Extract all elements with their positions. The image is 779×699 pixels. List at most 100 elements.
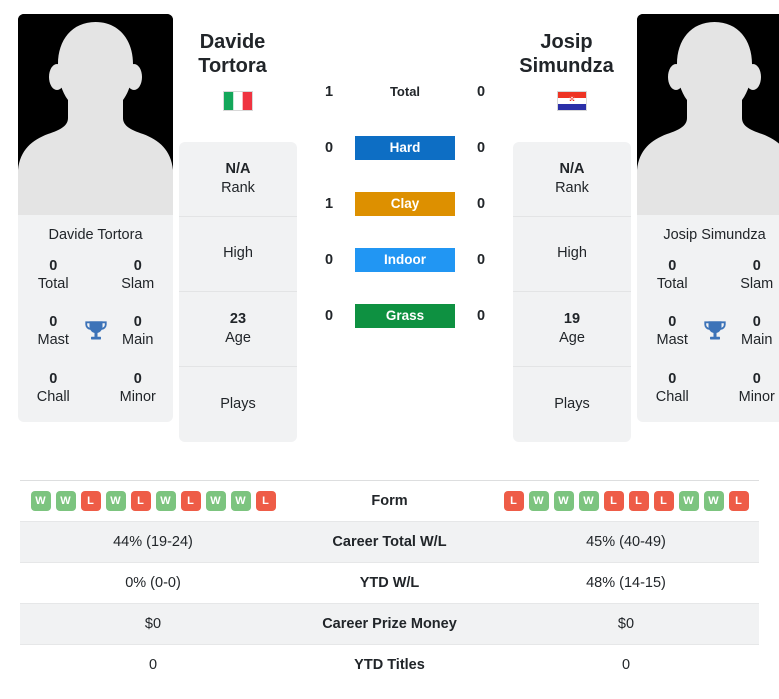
left-career-prize-money: $0 [144, 616, 162, 632]
left-titles-total-label: Total [37, 276, 69, 293]
flag-croatia-icon [558, 91, 586, 110]
right-titles-chall: 0 Chall [647, 370, 698, 406]
right-player-column: Josip Simundza 0 Total 0 Slam 0 Mast 0 M… [637, 14, 779, 422]
h2h-row-total: 1 Total 0 [303, 64, 507, 120]
right-age-row: 19 Age [513, 292, 631, 367]
h2h-grass-left-score: 0 [324, 308, 334, 324]
right-titles-slam-value: 0 [752, 258, 761, 274]
h2h-clay-label-wrap: Clay [355, 192, 455, 216]
left-player-name: Davide Tortora [198, 31, 267, 78]
left-titles-slam-value: 0 [133, 258, 142, 274]
h2h-row-grass: 0 Grass 0 [303, 288, 507, 344]
h2h-indoor-right-score: 0 [476, 252, 486, 268]
left-titles-mast: 0 Mast [28, 313, 79, 349]
left-form-badge-5: W [155, 491, 176, 511]
right-career-prize-money: $0 [617, 616, 635, 632]
right-titles-slam-label: Slam [740, 276, 774, 293]
left-player-card-name: Davide Tortora [48, 227, 143, 243]
table-row-ytd-wl: 0% (0-0) YTD W/L 48% (14-15) [20, 562, 759, 604]
right-titles-minor: 0 Minor [732, 370, 779, 406]
right-form-cell: LWWWLLLWWL [493, 481, 759, 522]
flag-italy-icon [224, 91, 252, 110]
left-form-badge-0: W [30, 491, 51, 511]
right-rank-label: Rank [555, 179, 589, 196]
croatia-checkerboard [569, 96, 575, 101]
h2h-row-clay: 1 Clay 0 [303, 176, 507, 232]
right-form-badge-8: W [703, 491, 724, 511]
right-age-value: 19 [563, 310, 581, 327]
left-titles-main: 0 Main [113, 313, 164, 349]
h2h-clay-right-score: 0 [476, 196, 486, 212]
right-form-badge-6: L [653, 491, 674, 511]
surface-badge-grass[interactable]: Grass [355, 304, 455, 328]
right-form-badge-2: W [553, 491, 574, 511]
left-ytd-wl: 0% (0-0) [125, 575, 181, 591]
right-player-name: Josip Simundza [519, 31, 614, 78]
right-titles-grid: 0 Total 0 Slam 0 Mast 0 Main 0 Chall 0 M… [647, 257, 779, 406]
right-plays-row: Plays [513, 367, 631, 442]
left-high-label: High [223, 245, 253, 262]
right-form-badge-3: W [578, 491, 599, 511]
right-form-badge-1: W [528, 491, 549, 511]
right-high-label: High [557, 245, 587, 262]
left-age-row: 23 Age [179, 292, 297, 367]
left-career-total-wl: 44% (19-24) [113, 534, 193, 550]
h2h-total-left-score: 1 [324, 84, 334, 100]
left-titles-mast-label: Mast [37, 332, 69, 349]
left-age-value: 23 [229, 310, 247, 327]
left-rank-label: Rank [221, 179, 255, 196]
left-titles-minor-label: Minor [119, 388, 156, 405]
row-label-ytd-titles: YTD Titles [354, 657, 425, 674]
right-titles-total-value: 0 [668, 258, 677, 274]
right-titles-main: 0 Main [732, 313, 779, 349]
left-form-badge-6: L [180, 491, 201, 511]
left-form-cell: WWLWLWLWWL [20, 481, 286, 522]
right-titles-minor-value: 0 [752, 370, 761, 387]
right-titles-mast: 0 Mast [647, 313, 698, 349]
h2h-clay-left-score: 1 [324, 196, 334, 212]
h2h-hard-right-score: 0 [476, 140, 486, 156]
left-player-info-column: Davide Tortora N/A Rank High 23 Age Play… [179, 14, 297, 442]
right-player-card-name: Josip Simundza [663, 227, 766, 243]
player-avatar-placeholder-icon [637, 14, 779, 215]
h2h-row-hard: 0 Hard 0 [303, 120, 507, 176]
right-titles-main-label: Main [741, 332, 773, 349]
left-form-badge-2: L [80, 491, 101, 511]
left-form-badge-4: L [130, 491, 151, 511]
row-label-career-prize-money: Career Prize Money [322, 616, 457, 632]
trophy-icon [703, 321, 726, 340]
right-player-avatar [637, 14, 779, 215]
trophy-icon [84, 321, 107, 340]
left-titles-chall-value: 0 [49, 370, 58, 387]
right-rank-row: N/A Rank [513, 142, 631, 217]
right-form-badge-7: W [678, 491, 699, 511]
surface-badge-hard[interactable]: Hard [355, 136, 455, 160]
left-player-info-card: N/A Rank High 23 Age Plays [179, 141, 297, 442]
left-titles-main-value: 0 [133, 314, 142, 331]
left-titles-mast-value: 0 [49, 314, 58, 331]
right-form-strip: LWWWLLLWWL [497, 491, 755, 511]
left-titles-minor: 0 Minor [113, 370, 164, 406]
right-form-badge-5: L [628, 491, 649, 511]
left-titles-total-value: 0 [49, 258, 58, 274]
left-ytd-titles: 0 [148, 657, 158, 674]
left-plays-label: Plays [220, 395, 256, 412]
surface-badge-clay[interactable]: Clay [355, 192, 455, 216]
right-trophy-icon [698, 318, 732, 344]
row-label-ytd-wl: YTD W/L [359, 575, 420, 591]
h2h-total-label-wrap: Total [355, 83, 455, 101]
row-label-form: Form [371, 493, 408, 509]
surface-badge-indoor[interactable]: Indoor [355, 248, 455, 272]
right-high-row: High [513, 217, 631, 292]
left-high-row: High [179, 217, 297, 292]
h2h-indoor-label-wrap: Indoor [355, 248, 455, 272]
comparison-stats-table: WWLWLWLWWL Form LWWWLLLWWL 44% (19-24) C… [20, 480, 759, 686]
right-player-titles-card: Josip Simundza 0 Total 0 Slam 0 Mast 0 M… [637, 215, 779, 422]
left-age-label: Age [225, 329, 251, 346]
left-form-strip: WWLWLWLWWL [24, 491, 282, 511]
left-player-avatar [18, 14, 173, 215]
h2h-hard-left-score: 0 [324, 140, 334, 156]
right-titles-slam: 0 Slam [732, 257, 779, 293]
table-row-career-total-wl: 44% (19-24) Career Total W/L 45% (40-49) [20, 521, 759, 563]
left-player-titles-card: Davide Tortora 0 Total 0 Slam 0 Mast 0 M… [18, 215, 173, 422]
